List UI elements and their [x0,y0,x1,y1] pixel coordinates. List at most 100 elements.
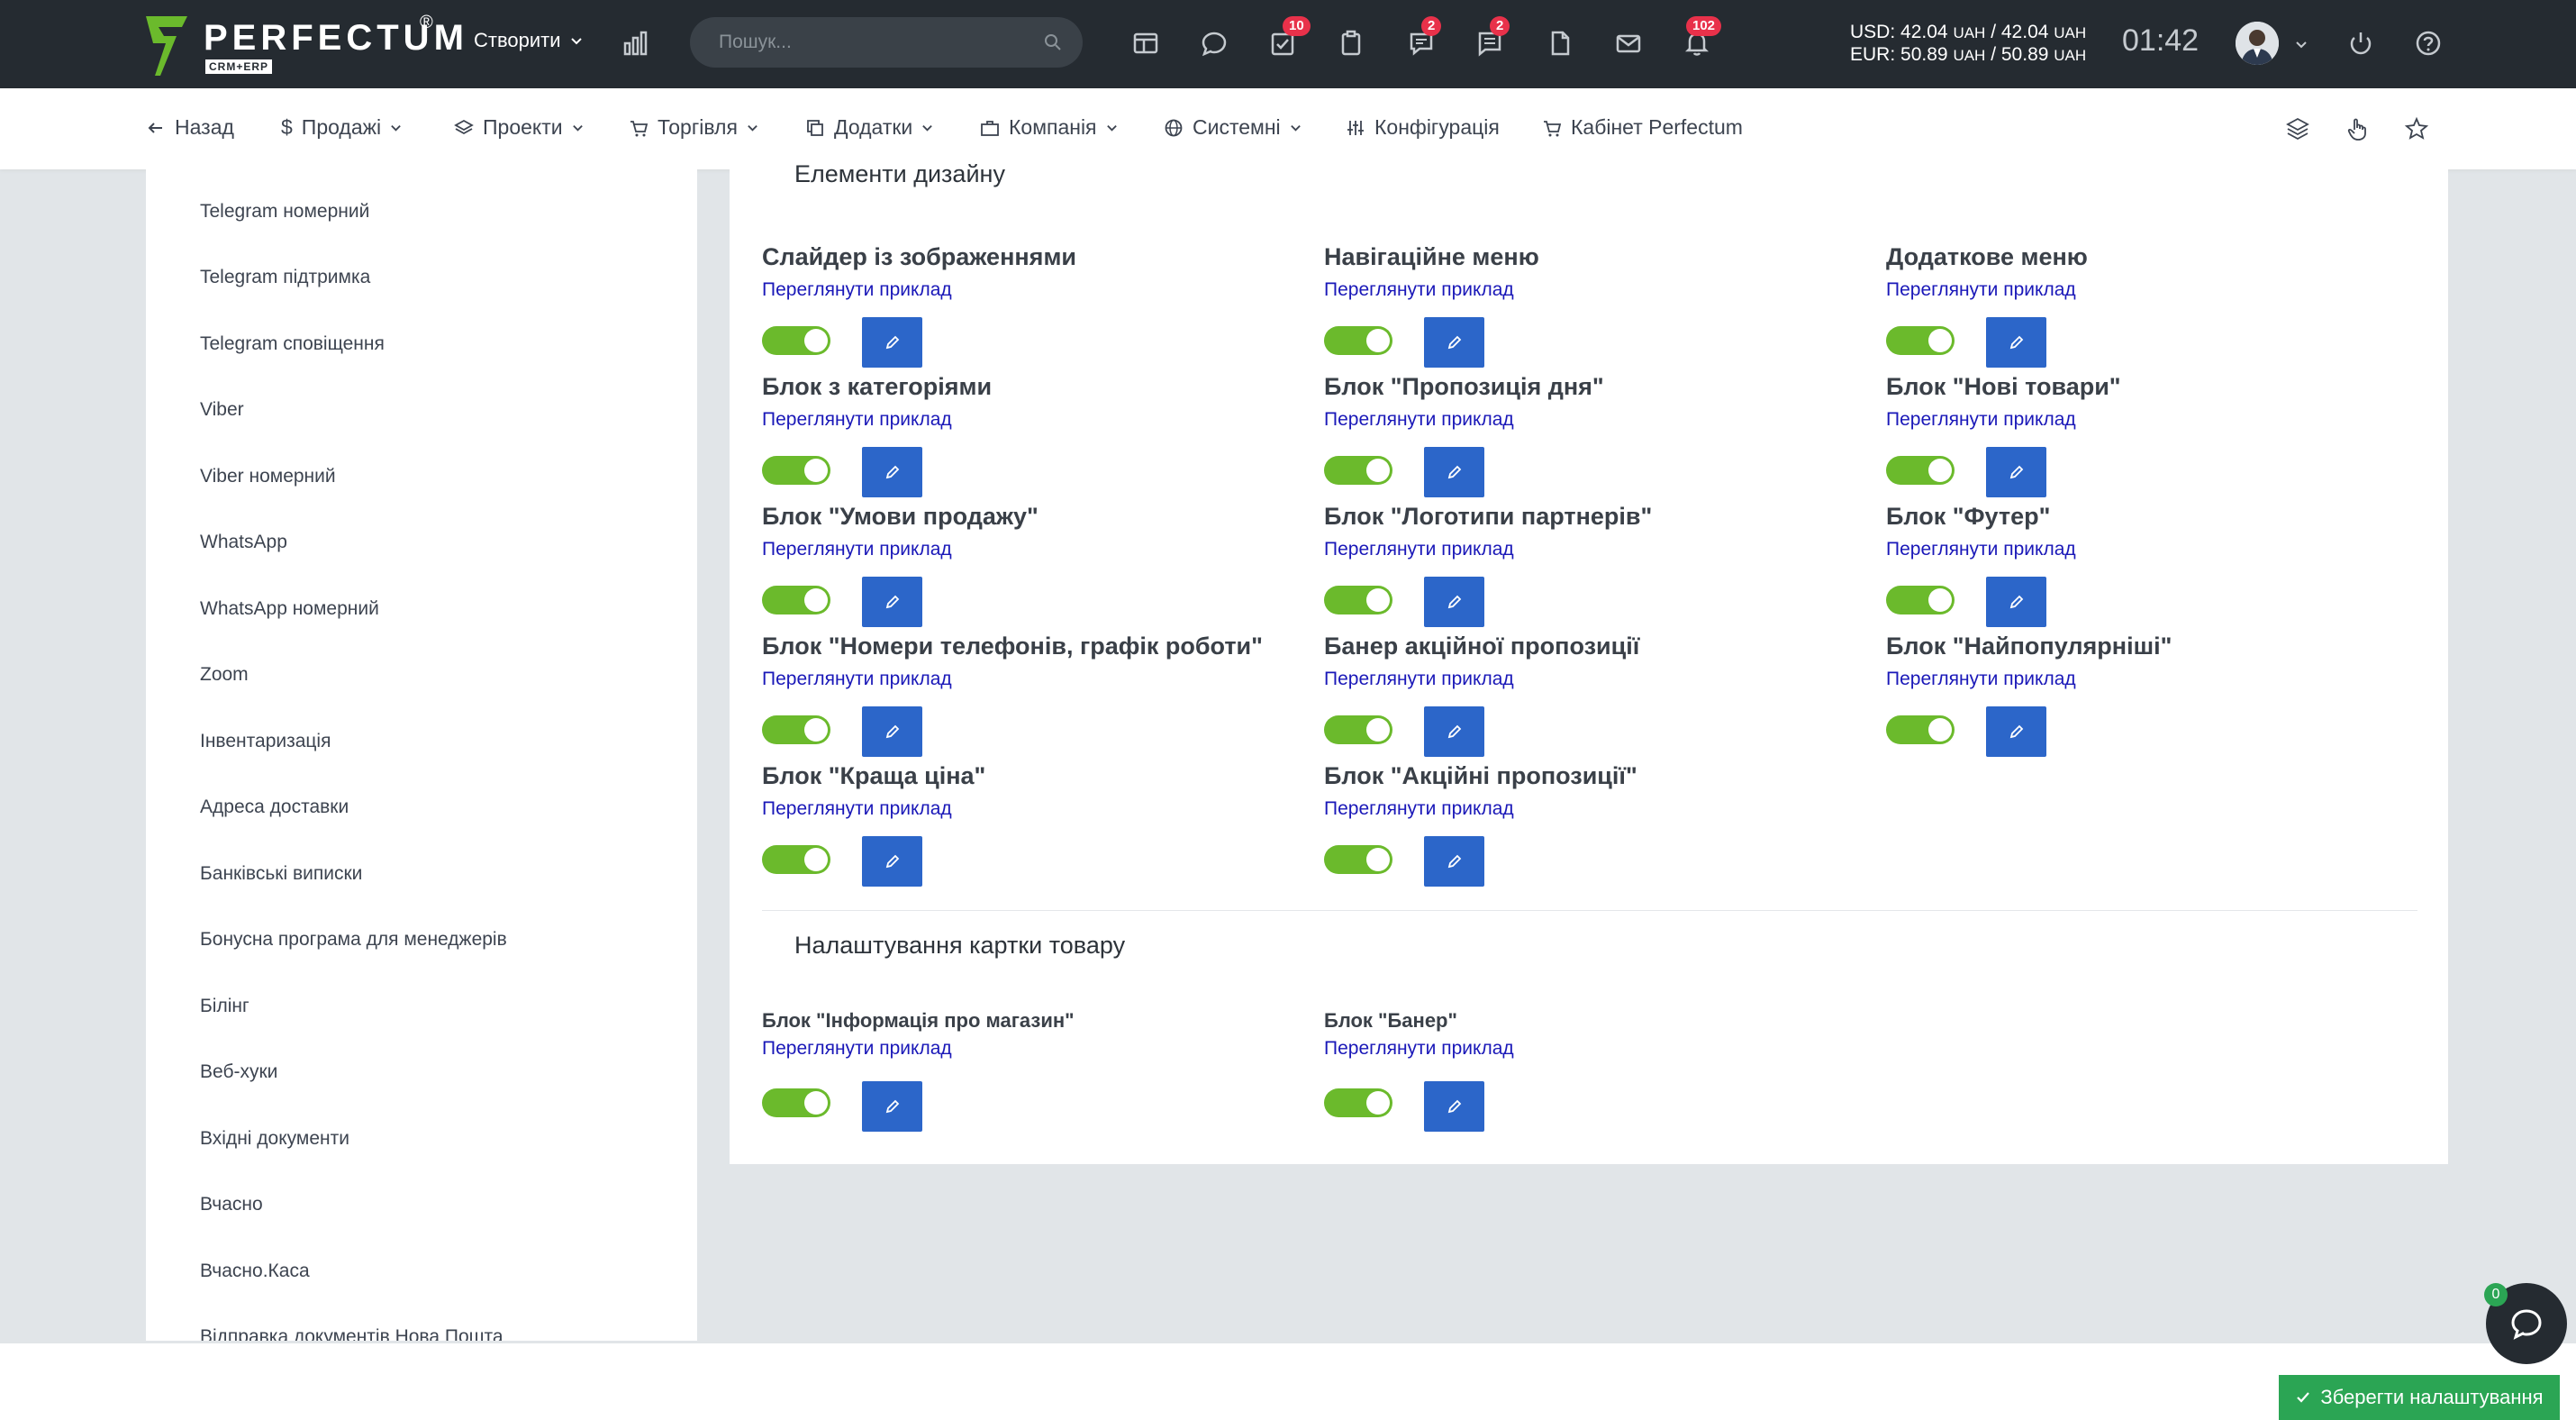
sidebar-item-incoming-documents[interactable]: Вхідні документи [200,1128,349,1150]
view-example-link[interactable]: Переглянути приклад [1324,1038,1514,1060]
star-icon[interactable] [2403,115,2430,142]
view-example-link[interactable]: Переглянути приклад [1324,798,1514,820]
edit-button[interactable] [1424,1081,1484,1132]
view-example-link[interactable]: Переглянути приклад [762,798,952,820]
block-toggle[interactable] [1886,715,1955,744]
search-input[interactable] [719,17,1025,68]
view-example-link[interactable]: Переглянути приклад [1324,279,1514,301]
search-icon[interactable] [1043,32,1063,52]
hand-pointer-icon[interactable] [2344,115,2371,142]
power-icon[interactable] [2342,25,2378,61]
sidebar-item-billing[interactable]: Білінг [200,996,249,1017]
view-example-link[interactable]: Переглянути приклад [1886,669,2076,690]
block-toggle[interactable] [1324,326,1392,355]
view-example-link[interactable]: Переглянути приклад [1324,669,1514,690]
nav-projects[interactable]: Проекти [454,115,584,140]
edit-button[interactable] [862,447,922,497]
edit-button[interactable] [1986,706,2046,757]
block-toggle[interactable] [1324,715,1392,744]
block-toggle[interactable] [762,326,830,355]
edit-button[interactable] [1424,317,1484,368]
sidebar-item-viber[interactable]: Viber [200,399,244,421]
view-example-link[interactable]: Переглянути приклад [762,669,952,690]
edit-button[interactable] [862,836,922,887]
edit-button[interactable] [1986,447,2046,497]
block-toggle[interactable] [1324,586,1392,614]
sidebar-item-nova-poshta[interactable]: Відправка документів Нова Пошта [200,1326,503,1341]
nav-cabinet[interactable]: Кабінет Perfectum [1542,115,1743,140]
edit-button[interactable] [862,706,922,757]
sidebar-item-webhooks[interactable]: Веб-хуки [200,1061,277,1083]
user-avatar[interactable] [2236,22,2279,65]
bell-icon[interactable]: 102 [1679,16,1722,61]
block-toggle[interactable] [1886,456,1955,485]
save-settings-button[interactable]: Зберегти налаштування [2279,1375,2560,1420]
messages-icon[interactable]: 2 [1403,16,1442,61]
block-toggle[interactable] [762,586,830,614]
edit-button[interactable] [862,577,922,627]
edit-button[interactable] [1424,836,1484,887]
table-icon[interactable] [1128,25,1164,61]
perfectum-logo[interactable]: PERFECTUM ® CRM+ERP [146,13,464,76]
view-example-link[interactable]: Переглянути приклад [1886,409,2076,431]
edit-button[interactable] [862,1081,922,1132]
sidebar-item-whatsapp-number[interactable]: WhatsApp номерний [200,598,379,620]
create-menu[interactable]: Створити [474,29,583,52]
edit-button[interactable] [1986,317,2046,368]
nav-addons[interactable]: Додатки [805,115,933,140]
mail-icon[interactable] [1610,25,1646,61]
reports-chart-icon[interactable] [618,25,654,61]
edit-button[interactable] [1424,577,1484,627]
view-example-link[interactable]: Переглянути приклад [762,279,952,301]
view-example-link[interactable]: Переглянути приклад [1886,539,2076,560]
view-example-link[interactable]: Переглянути приклад [1324,409,1514,431]
sidebar-item-telegram-notifications[interactable]: Telegram сповіщення [200,333,385,355]
nav-company[interactable]: Компанія [980,115,1118,140]
edit-button[interactable] [1986,577,2046,627]
sidebar-item-bank-statements[interactable]: Банківські виписки [200,863,362,885]
layers-stack-icon[interactable] [2284,115,2311,142]
view-example-link[interactable]: Переглянути приклад [762,539,952,560]
nav-sales[interactable]: $ Продажі [281,115,402,140]
sidebar-item-delivery-address[interactable]: Адреса доставки [200,796,349,818]
edit-button[interactable] [862,317,922,368]
view-example-link[interactable]: Переглянути приклад [762,409,952,431]
sidebar-item-zoom[interactable]: Zoom [200,664,249,686]
block-toggle[interactable] [762,715,830,744]
comments-icon[interactable]: 2 [1472,16,1510,61]
block-toggle[interactable] [762,1088,830,1117]
block-toggle[interactable] [1886,586,1955,614]
block-toggle[interactable] [1324,845,1392,874]
nav-system[interactable]: Системні [1164,115,1302,140]
sidebar-item-vchasno-kasa[interactable]: Вчасно.Каса [200,1261,310,1282]
nav-back[interactable]: Назад [146,115,234,140]
sidebar-item-telegram-number[interactable]: Telegram номерний [200,201,369,223]
nav-trade[interactable]: Торгівля [629,115,758,140]
view-example-link[interactable]: Переглянути приклад [1886,279,2076,301]
dollar-icon: $ [281,115,293,139]
edit-button[interactable] [1424,447,1484,497]
sidebar-item-inventory[interactable]: Інвентаризація [200,731,331,752]
sidebar-item-whatsapp[interactable]: WhatsApp [200,532,287,553]
block-toggle[interactable] [762,456,830,485]
help-icon[interactable] [2410,25,2446,61]
sidebar-item-vchasno[interactable]: Вчасно [200,1194,263,1215]
view-example-link[interactable]: Переглянути приклад [1324,539,1514,560]
user-menu-chevron-icon[interactable] [2295,38,2308,50]
nav-config[interactable]: Конфігурація [1346,115,1500,140]
block-toggle[interactable] [762,845,830,874]
clipboard-icon[interactable] [1333,25,1369,61]
block-toggle[interactable] [1324,456,1392,485]
view-example-link[interactable]: Переглянути приклад [762,1038,952,1060]
pencil-icon [885,465,899,479]
sidebar-item-telegram-support[interactable]: Telegram підтримка [200,267,370,288]
search-box[interactable] [690,17,1083,68]
sidebar-item-bonus-program[interactable]: Бонусна програма для менеджерів [200,929,507,951]
document-icon[interactable] [1542,25,1578,61]
block-toggle[interactable] [1886,326,1955,355]
sidebar-item-viber-number[interactable]: Viber номерний [200,466,336,487]
tasks-checkbox-icon[interactable]: 10 [1265,16,1311,61]
edit-button[interactable] [1424,706,1484,757]
block-toggle[interactable] [1324,1088,1392,1117]
chat-bubble-icon[interactable] [1196,25,1232,61]
